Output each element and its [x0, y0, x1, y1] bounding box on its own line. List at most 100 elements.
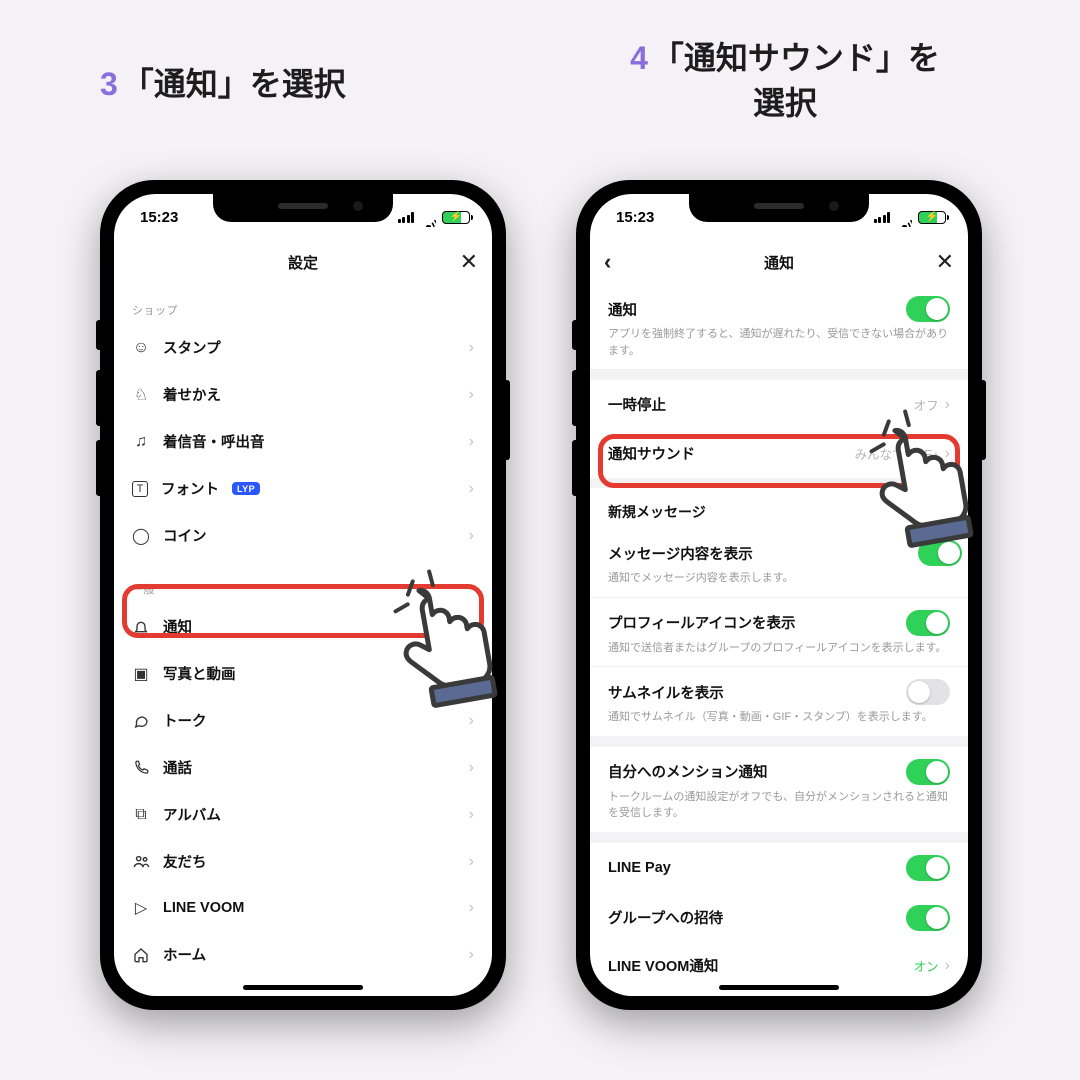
toggle-thumbnail[interactable] — [906, 679, 950, 705]
row-sound[interactable]: 通知サウンド みんなでLINE♪› — [590, 429, 968, 478]
notch — [213, 194, 393, 222]
navbar-settings: 設定 ✕ — [114, 240, 492, 284]
phone-icon — [132, 760, 150, 775]
toggle-msg-content[interactable] — [918, 540, 962, 566]
battery-icon: ⚡ — [918, 211, 946, 224]
row-label: 通知サウンド — [608, 443, 695, 464]
cellular-icon — [398, 212, 415, 223]
setting-desc: トークルームの通知設定がオフでも、自分がメンションされると通知を受信します。 — [608, 789, 950, 822]
setting-title: メッセージ内容を表示 — [608, 543, 753, 564]
photo-icon: ▣ — [132, 664, 150, 684]
step-text-line2: 選択 — [753, 85, 817, 121]
wifi-icon — [896, 211, 912, 223]
row-label: 一時停止 — [608, 394, 666, 415]
row-label: ホーム — [163, 944, 206, 965]
row-label: アルバム — [163, 804, 221, 825]
step-number: 3 — [100, 66, 118, 102]
row-label: 友だち — [163, 851, 207, 872]
row-voom[interactable]: ▷ LINE VOOM › — [114, 885, 492, 931]
close-icon[interactable]: ✕ — [460, 249, 478, 275]
chevron-right-icon: › — [469, 339, 474, 357]
chevron-right-icon: › — [469, 618, 474, 636]
row-album[interactable]: ⧉アルバム › — [114, 791, 492, 838]
row-label: スタンプ — [163, 337, 221, 358]
caption-step3: 3「通知」を選択 — [100, 62, 346, 107]
close-icon[interactable]: ✕ — [936, 249, 954, 275]
row-label: LINE VOOM通知 — [608, 955, 718, 976]
bell-icon — [132, 619, 150, 635]
section-newmsg: 新規メッセージ — [590, 478, 968, 528]
smile-icon: ☺ — [132, 339, 150, 357]
row-ringtone[interactable]: ♫着信音・呼出音 › — [114, 418, 492, 465]
chevron-right-icon: › — [469, 527, 474, 545]
toggle-profile-icon[interactable] — [906, 610, 950, 636]
row-call[interactable]: 通話 › — [114, 744, 492, 791]
home-icon — [132, 947, 150, 963]
row-friends[interactable]: 友だち › — [114, 838, 492, 885]
setting-title: サムネイルを表示 — [608, 682, 724, 703]
row-coin[interactable]: ◯コイン › — [114, 512, 492, 559]
row-photo[interactable]: ▣写真と動画 › — [114, 650, 492, 697]
divider — [590, 370, 968, 380]
cellular-icon — [874, 212, 891, 223]
row-label: LINE VOOM — [163, 900, 244, 916]
row-talk[interactable]: トーク › — [114, 697, 492, 744]
caption-step4: 4「通知サウンド」を 選択 — [570, 36, 1000, 126]
divider — [590, 833, 968, 843]
setting-notify-master: 通知 アプリを強制終了すると、通知が遅れたり、受信できない場合があります。 — [590, 284, 968, 370]
font-icon: T — [132, 481, 148, 497]
chat-icon — [132, 713, 150, 729]
chevron-right-icon: › — [469, 899, 474, 917]
chevron-right-icon: › — [469, 433, 474, 451]
row-stamp[interactable]: ☺ スタンプ › — [114, 324, 492, 371]
chevron-right-icon: › — [469, 853, 474, 871]
setting-mention: 自分へのメンション通知 トークルームの通知設定がオフでも、自分がメンションされる… — [590, 747, 968, 833]
setting-title: 自分へのメンション通知 — [608, 761, 768, 782]
toggle-notify[interactable] — [906, 296, 950, 322]
play-icon: ▷ — [132, 898, 150, 918]
toggle-linepay[interactable] — [906, 855, 950, 881]
settings-list: ショップ ☺ スタンプ › ♘着せかえ › ♫着信音・呼出音 › TフォントLYP… — [114, 284, 492, 996]
home-indicator — [243, 985, 363, 990]
row-label: トーク — [163, 710, 207, 731]
phone-frame-left: 15:23 ⚡ 設定 ✕ ショップ ☺スタンプ › ♘着せかえ › ♫着信音・呼… — [100, 180, 506, 1010]
paint-icon: ♘ — [132, 385, 150, 405]
row-linepay[interactable]: LINE Pay — [590, 843, 968, 893]
chevron-right-icon: › — [469, 480, 474, 498]
row-theme[interactable]: ♘着せかえ › — [114, 371, 492, 418]
lyp-badge: LYP — [232, 482, 260, 495]
wifi-icon — [420, 211, 436, 223]
section-shop: ショップ — [114, 284, 492, 324]
chevron-right-icon: › — [469, 946, 474, 964]
toggle-group-invite[interactable] — [906, 905, 950, 931]
setting-title: 通知 — [608, 299, 637, 320]
album-icon: ⧉ — [132, 806, 150, 824]
row-value: オン — [914, 956, 939, 975]
row-voom-notify[interactable]: LINE VOOM通知 オン › — [590, 943, 968, 989]
page-title: 通知 — [764, 252, 794, 273]
toggle-mention[interactable] — [906, 759, 950, 785]
row-value: みんなでLINE♪ — [855, 444, 939, 463]
row-label: 通知 — [163, 616, 192, 637]
row-label: LINE Pay — [608, 860, 671, 876]
status-time: 15:23 — [140, 209, 178, 226]
music-icon: ♫ — [132, 433, 150, 451]
setting-profile-icon: プロフィールアイコンを表示 通知で送信者またはグループのプロフィールアイコンを表… — [590, 598, 968, 668]
row-home[interactable]: ホーム › — [114, 931, 492, 978]
coin-icon: ◯ — [132, 526, 150, 546]
setting-desc: アプリを強制終了すると、通知が遅れたり、受信できない場合があります。 — [608, 326, 950, 359]
row-label: 写真と動画 — [163, 663, 236, 684]
home-indicator — [719, 985, 839, 990]
row-pause[interactable]: 一時停止 オフ› — [590, 380, 968, 429]
chevron-right-icon: › — [945, 957, 950, 975]
page-title: 設定 — [288, 252, 318, 273]
status-icons: ⚡ — [874, 211, 947, 224]
screen-right: 15:23 ⚡ ‹ 通知 ✕ 通知 アプリを強制終了すると、通知が遅れたり、受信… — [590, 194, 968, 996]
row-group-invite[interactable]: グループへの招待 — [590, 893, 968, 943]
setting-desc: 通知で送信者またはグループのプロフィールアイコンを表示します。 — [608, 640, 950, 657]
row-notify[interactable]: 通知 › — [114, 603, 492, 650]
back-icon[interactable]: ‹ — [604, 249, 611, 275]
chevron-right-icon: › — [469, 759, 474, 777]
row-font[interactable]: TフォントLYP › — [114, 465, 492, 512]
setting-thumbnail: サムネイルを表示 通知でサムネイル（写真・動画・GIF・スタンプ）を表示します。 — [590, 667, 968, 737]
